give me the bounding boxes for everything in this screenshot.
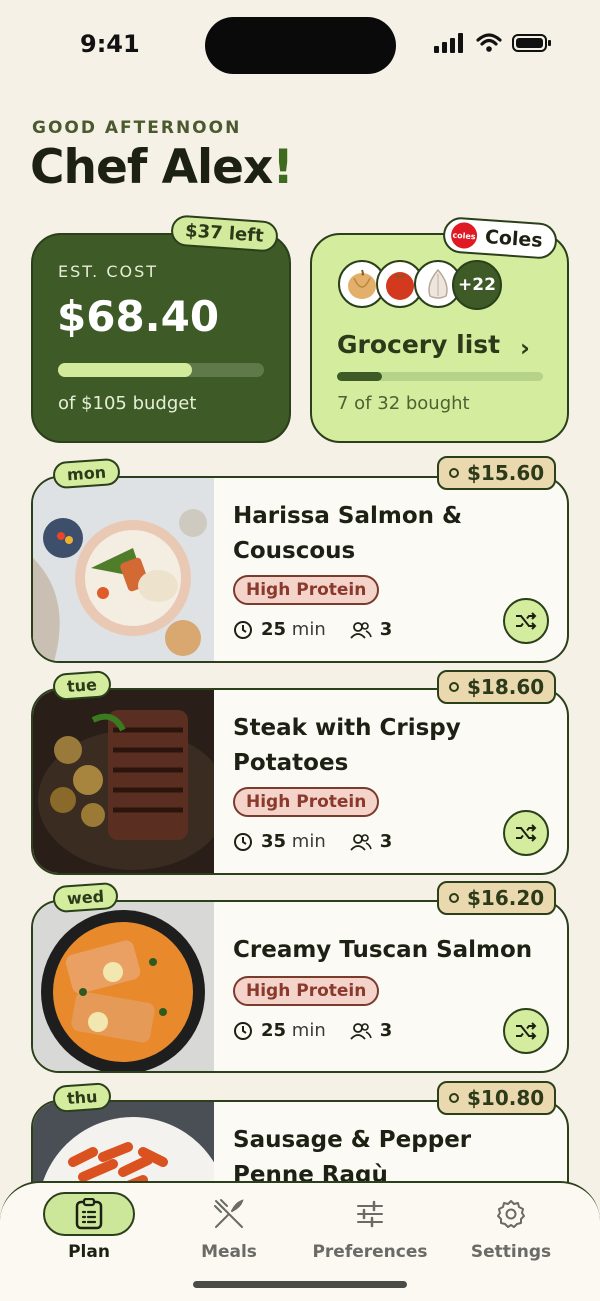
meal-card[interactable]: Creamy Tuscan Salmon High Protein 25 min… [31, 900, 569, 1073]
meal-title: Steak with Crispy Potatoes [233, 715, 461, 776]
shuffle-icon [516, 824, 537, 842]
utensils-icon [214, 1199, 244, 1228]
status-icons [434, 33, 552, 53]
meal-image [33, 478, 214, 661]
grocery-progress-fill [337, 372, 383, 381]
shuffle-button[interactable] [503, 810, 549, 856]
dynamic-island [205, 17, 396, 74]
shuffle-icon [516, 1022, 537, 1040]
gear-icon [497, 1200, 525, 1228]
prep-time: 35 [261, 831, 287, 852]
time-unit: min [291, 1020, 326, 1041]
prep-time: 25 [261, 619, 287, 640]
tab-preferences-icon-wrap [324, 1192, 416, 1236]
price-tag: $15.60 [437, 456, 557, 490]
tab-label: Settings [470, 1242, 552, 1262]
title-exclaim: ! [272, 140, 293, 195]
day-label: wed [52, 881, 119, 914]
meal-title: Harissa Salmon & Couscous [233, 503, 463, 564]
meal-price: $10.80 [467, 1086, 545, 1110]
tab-label: Meals [201, 1242, 257, 1262]
time-unit: min [291, 831, 326, 852]
wifi-icon [476, 33, 502, 52]
price-ring-icon [449, 1093, 459, 1103]
budget-text: of $105 budget [58, 393, 197, 414]
shuffle-button[interactable] [503, 598, 549, 644]
home-indicator[interactable] [193, 1281, 407, 1288]
price-tag: $10.80 [437, 1081, 557, 1115]
tab-settings[interactable]: Settings [451, 1192, 571, 1262]
tab-meals[interactable]: Meals [169, 1192, 289, 1262]
shuffle-icon [516, 612, 537, 630]
servings: 3 [379, 1020, 393, 1041]
prep-time: 25 [261, 1020, 287, 1041]
day-label: tue [52, 670, 112, 701]
meal-image [33, 902, 214, 1071]
page-title: Chef Alex! [30, 140, 294, 195]
diet-tag: High Protein [233, 976, 380, 1006]
price-ring-icon [449, 893, 459, 903]
servings: 3 [379, 619, 393, 640]
clock-icon [234, 832, 252, 851]
day-label: mon [52, 457, 121, 490]
battery-icon [512, 34, 551, 52]
tab-meals-icon-wrap [183, 1192, 275, 1236]
coles-logo: coles [450, 221, 478, 250]
shuffle-button[interactable] [503, 1008, 549, 1054]
tab-label: Plan [68, 1242, 110, 1262]
people-icon [350, 621, 372, 639]
store-name: Coles [484, 225, 544, 252]
time-unit: min [291, 619, 326, 640]
price-ring-icon [449, 682, 459, 692]
cost-amount: $68.40 [57, 292, 220, 341]
tab-settings-icon-wrap [465, 1192, 557, 1236]
meal-price: $18.60 [467, 675, 545, 699]
signal-icon [434, 33, 463, 53]
clock-icon [234, 620, 252, 639]
servings: 3 [379, 831, 393, 852]
people-icon [350, 1022, 372, 1040]
meal-price: $16.20 [467, 886, 545, 910]
greeting-label: GOOD AFTERNOON [32, 118, 242, 138]
meal-meta: 25 min 3 [233, 1020, 392, 1041]
price-ring-icon [449, 468, 459, 478]
diet-tag: High Protein [233, 787, 380, 817]
chevron-right-icon[interactable]: › [520, 334, 530, 362]
day-label: thu [52, 1081, 113, 1114]
price-tag: $16.20 [437, 881, 557, 915]
people-icon [350, 833, 372, 851]
diet-tag: High Protein [233, 575, 380, 605]
budget-progress-fill [58, 363, 192, 377]
user-name: Chef Alex [30, 140, 273, 195]
sliders-icon [357, 1200, 383, 1228]
clock-icon [234, 1021, 252, 1040]
price-tag: $18.60 [437, 670, 557, 704]
tab-preferences[interactable]: Preferences [310, 1192, 430, 1262]
meal-meta: 35 min 3 [233, 831, 392, 852]
meal-card[interactable]: Harissa Salmon & Couscous High Protein 2… [31, 476, 569, 663]
meal-meta: 25 min 3 [233, 619, 392, 640]
grocery-progress-text: 7 of 32 bought [337, 393, 470, 414]
tab-label: Preferences [312, 1242, 428, 1262]
grocery-list-title[interactable]: Grocery list [337, 330, 500, 359]
tab-plan-icon-wrap [43, 1192, 135, 1236]
meal-card[interactable]: Steak with Crispy Potatoes High Protein … [31, 688, 569, 875]
clipboard-icon [75, 1198, 103, 1230]
more-items-count: +22 [452, 260, 502, 310]
meal-price: $15.60 [467, 461, 545, 485]
cost-label: EST. COST [58, 262, 159, 281]
tab-plan[interactable]: Plan [29, 1192, 149, 1262]
meal-title: Creamy Tuscan Salmon [233, 937, 533, 963]
meal-image [33, 690, 228, 873]
status-time: 9:41 [80, 30, 140, 58]
